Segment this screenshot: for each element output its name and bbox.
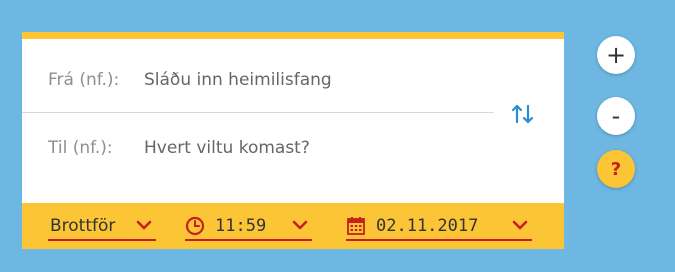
- from-input[interactable]: [144, 70, 444, 90]
- from-row: Frá (nf.):: [48, 65, 444, 95]
- chevron-down-icon: [292, 216, 308, 236]
- options-bar: Brottför 11:59 02.11.2017: [22, 203, 564, 249]
- time-value: 11:59: [215, 216, 267, 236]
- divider: [22, 112, 494, 113]
- zoom-out-button[interactable]: -: [597, 97, 635, 135]
- time-select[interactable]: 11:59: [185, 213, 312, 241]
- chevron-down-icon: [136, 216, 152, 236]
- date-value: 02.11.2017: [376, 216, 479, 236]
- trip-planner-card: Frá (nf.): Til (nf.): Brottför: [22, 32, 564, 249]
- date-select[interactable]: 02.11.2017: [346, 213, 532, 241]
- to-row: Til (nf.):: [48, 133, 444, 163]
- address-panel: Frá (nf.): Til (nf.):: [22, 39, 564, 203]
- swap-icon: [511, 104, 534, 124]
- swap-button[interactable]: [508, 102, 538, 126]
- help-button[interactable]: ?: [597, 150, 635, 188]
- from-label: Frá (nf.):: [48, 70, 120, 90]
- zoom-in-button[interactable]: +: [597, 36, 635, 74]
- to-input[interactable]: [144, 138, 444, 158]
- calendar-icon: [346, 216, 366, 236]
- to-label: Til (nf.):: [48, 138, 113, 158]
- clock-icon: [185, 216, 205, 236]
- departure-select[interactable]: Brottför: [48, 213, 156, 241]
- chevron-down-icon: [512, 216, 528, 236]
- departure-value: Brottför: [50, 216, 116, 236]
